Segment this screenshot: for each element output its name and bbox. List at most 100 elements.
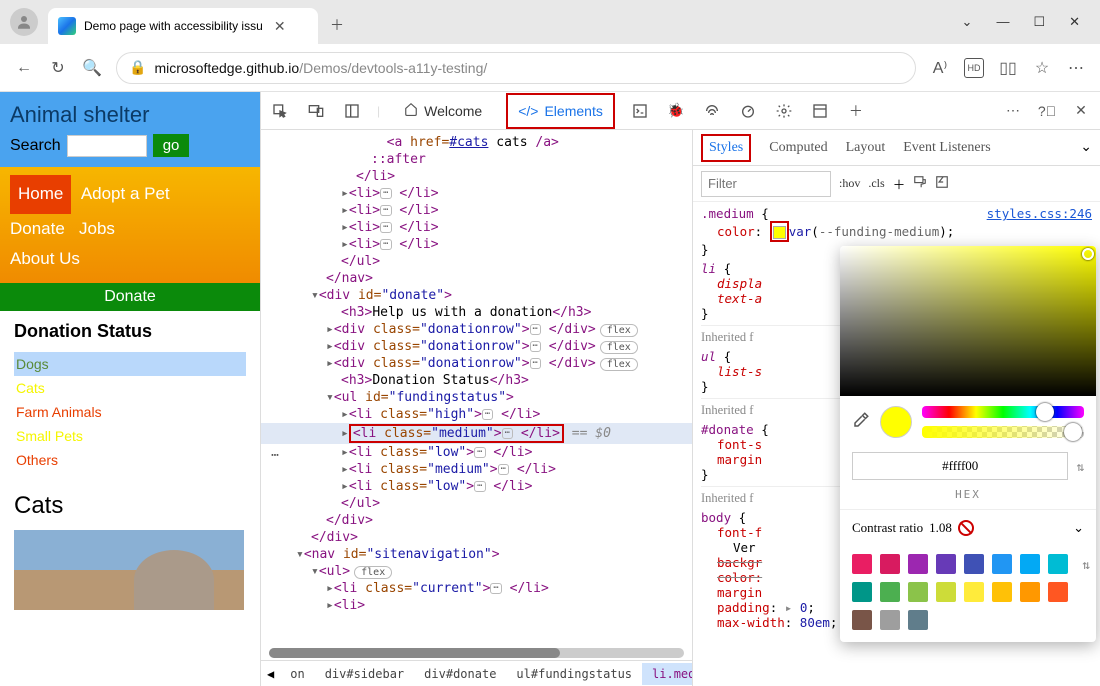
favorite-icon[interactable]: ☆ [1032,58,1052,78]
palette-swatch[interactable] [1048,554,1068,574]
expand-contrast-icon[interactable]: ⌄ [1073,520,1084,536]
eyedropper-icon[interactable] [852,411,870,433]
breadcrumb-scroll-left[interactable]: ◀ [261,667,280,681]
chevron-down-icon[interactable]: ⌄ [1080,139,1092,156]
color-swatch[interactable] [770,221,789,242]
hov-toggle[interactable]: :hov [839,176,860,191]
more-tools-icon[interactable]: ⋯ [1002,100,1024,122]
refresh-icon[interactable]: ↻ [48,58,68,78]
search-icon[interactable]: 🔍 [82,58,102,78]
bc-on[interactable]: on [280,663,314,685]
performance-icon[interactable] [737,100,759,122]
application-icon[interactable] [809,100,831,122]
palette-swatch[interactable] [908,582,928,602]
bc-medium[interactable]: li.medium [642,663,692,685]
palette-swatch[interactable] [992,554,1012,574]
url-path: /Demos/devtools-a11y-testing/ [299,60,487,76]
status-small[interactable]: Small Pets [14,424,246,448]
hd-icon[interactable]: HD [964,58,984,78]
nav-adopt[interactable]: Adopt a Pet [81,184,170,203]
palette-swatch[interactable] [992,582,1012,602]
close-devtools-icon[interactable]: ✕ [1070,100,1092,122]
console-icon[interactable] [629,100,651,122]
nav-home[interactable]: Home [10,175,71,214]
go-button[interactable]: go [153,134,190,157]
paint-icon[interactable] [913,175,927,192]
saturation-field[interactable] [840,246,1096,396]
palette-swatch[interactable] [936,554,956,574]
palette-swatch[interactable] [936,582,956,602]
tab-elements[interactable]: </> Elements [506,93,615,129]
horizontal-scrollbar[interactable] [269,648,684,658]
donate-button[interactable]: Donate [0,283,260,311]
palette-swatch[interactable] [908,610,928,630]
status-others[interactable]: Others [14,448,246,472]
bc-donate[interactable]: div#donate [414,663,506,685]
search-input[interactable] [67,135,147,157]
more-icon[interactable]: ⋯ [1066,58,1086,78]
gutter-menu-icon[interactable]: ⋯ [265,448,285,463]
palette-swatch[interactable] [852,582,872,602]
status-cats[interactable]: Cats [14,376,246,400]
address-bar[interactable]: 🔒 microsoftedge.github.io/Demos/devtools… [116,52,916,84]
source-link[interactable]: styles.css:246 [987,206,1092,221]
cls-toggle[interactable]: .cls [868,176,884,191]
format-toggle-icon[interactable]: ⇅ [1076,459,1084,474]
contrast-ratio-row[interactable]: Contrast ratio 1.08 ⌄ [840,509,1096,546]
palette-swatch[interactable] [1020,582,1040,602]
back-icon[interactable]: ← [14,58,34,78]
minimize-icon[interactable]: — [996,14,1009,30]
more-tabs-icon[interactable]: ＋ [845,100,867,122]
browser-tab[interactable]: Demo page with accessibility issu ✕ [48,8,318,44]
tab-styles[interactable]: Styles [701,134,751,162]
nav-about[interactable]: About Us [10,249,80,268]
close-window-icon[interactable]: ✕ [1069,14,1080,30]
device-icon[interactable] [305,100,327,122]
network-icon[interactable] [701,100,723,122]
palette-swatch[interactable] [880,610,900,630]
status-dogs[interactable]: Dogs [14,352,246,376]
palette-swatch[interactable] [964,582,984,602]
palette-swatch[interactable] [908,554,928,574]
read-aloud-icon[interactable]: A⁾ [930,58,950,78]
palette-swatch[interactable] [1048,582,1068,602]
elements-tree[interactable]: <a href=#cats cats /a> ::after </li> ▸<l… [261,130,692,686]
chevron-down-icon[interactable]: ⌄ [962,14,973,30]
new-tab-button[interactable]: ＋ [328,16,346,34]
selected-element[interactable]: ▸<li class="medium">⋯ </li> == $0 [261,423,692,444]
styles-filter-input[interactable] [701,171,831,197]
palette-swatch[interactable] [880,582,900,602]
donation-status-heading: Donation Status [14,321,246,342]
palette-swatch[interactable] [1020,554,1040,574]
help-icon[interactable]: ?⃝ [1036,100,1058,122]
close-tab-icon[interactable]: ✕ [271,17,289,35]
alpha-slider[interactable] [922,426,1084,438]
inspect-icon[interactable] [269,100,291,122]
tab-layout[interactable]: Layout [846,140,886,156]
cat-image [14,530,244,610]
nav-jobs[interactable]: Jobs [79,219,115,238]
palette-toggle-icon[interactable]: ⇅ [1076,554,1096,574]
memory-icon[interactable] [773,100,795,122]
maximize-icon[interactable]: ☐ [1033,14,1045,30]
new-rule-icon[interactable]: ＋ [893,174,906,193]
page-nav: Home Adopt a Pet Donate Jobs About Us [0,167,260,283]
palette-swatch[interactable] [964,554,984,574]
tab-computed[interactable]: Computed [769,140,827,156]
reader-icon[interactable]: ▯▯ [998,58,1018,78]
hue-slider[interactable] [922,406,1084,418]
hex-input[interactable] [852,452,1068,480]
bc-sidebar[interactable]: div#sidebar [315,663,414,685]
sources-icon[interactable]: 🐞 [665,100,687,122]
tab-welcome[interactable]: Welcome [394,94,492,127]
palette-swatch[interactable] [880,554,900,574]
tab-events[interactable]: Event Listeners [903,140,990,156]
nav-donate[interactable]: Donate [10,219,65,238]
computed-icon[interactable] [935,175,949,192]
dock-icon[interactable] [341,100,363,122]
status-farm[interactable]: Farm Animals [14,400,246,424]
profile-avatar[interactable] [10,8,38,36]
bc-fundingstatus[interactable]: ul#fundingstatus [506,663,642,685]
palette-swatch[interactable] [852,610,872,630]
palette-swatch[interactable] [852,554,872,574]
